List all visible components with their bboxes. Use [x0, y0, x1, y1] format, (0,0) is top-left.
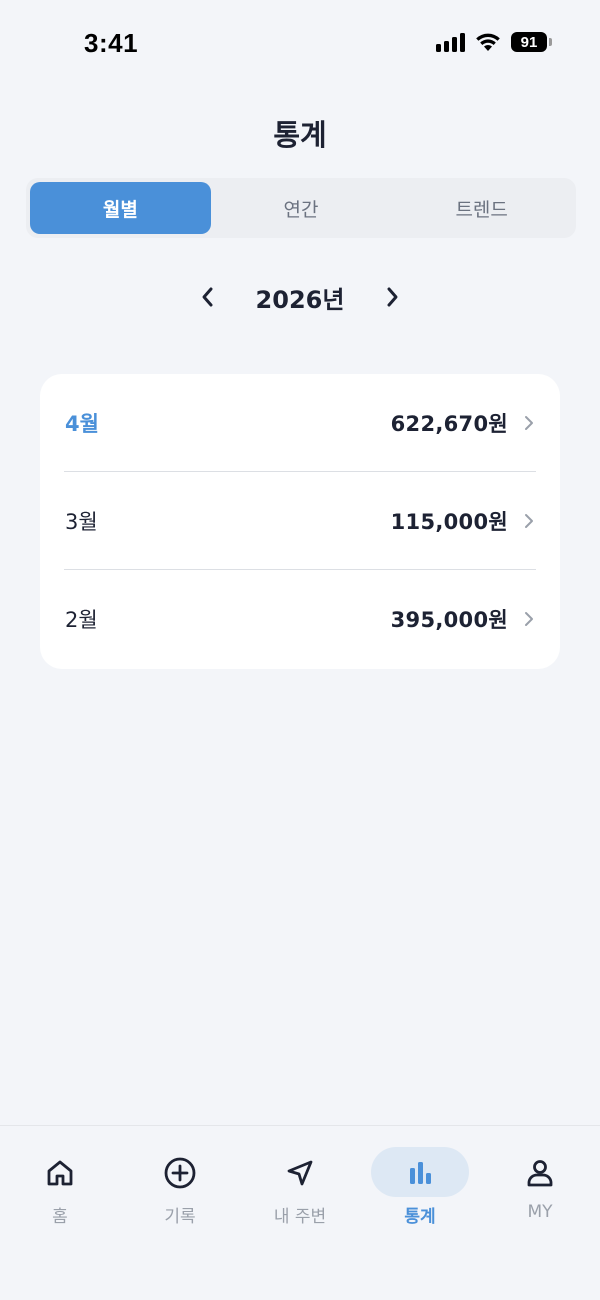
- chevron-left-icon: [202, 287, 213, 307]
- plus-circle-icon: [163, 1156, 197, 1190]
- prev-year-button[interactable]: [192, 277, 222, 317]
- nav-label: 홈: [52, 1207, 68, 1227]
- tab-yearly[interactable]: 연간: [211, 182, 392, 234]
- nav-label: 내 주변: [273, 1207, 327, 1227]
- nav-record[interactable]: 기록: [120, 1126, 240, 1236]
- month-label: 3월: [65, 509, 98, 534]
- nav-stats[interactable]: 통계: [360, 1126, 480, 1236]
- month-amount: 622,670원: [390, 411, 508, 436]
- page-title: 통계: [273, 118, 327, 152]
- cellular-signal-icon: [436, 32, 465, 52]
- nav-home[interactable]: 홈: [0, 1126, 120, 1236]
- home-icon: [45, 1156, 75, 1190]
- chevron-right-icon: [522, 413, 536, 433]
- wifi-icon: [475, 32, 501, 52]
- month-amount: 395,000원: [390, 608, 508, 632]
- year-navigator: 2026년: [0, 274, 600, 320]
- navigation-arrow-icon: [285, 1156, 315, 1190]
- nav-nearby[interactable]: 내 주변: [240, 1126, 360, 1236]
- nav-label: 기록: [164, 1207, 196, 1227]
- tab-monthly[interactable]: 월별: [30, 182, 211, 234]
- battery-level: 91: [511, 32, 547, 52]
- chevron-right-icon: [522, 511, 536, 531]
- tab-trend[interactable]: 트렌드: [391, 182, 572, 234]
- chevron-right-icon: [387, 287, 398, 307]
- year-label: 2026년: [255, 285, 345, 314]
- month-row-february[interactable]: 2월 395,000원: [64, 570, 536, 668]
- chevron-right-icon: [522, 609, 536, 629]
- nav-label: MY: [527, 1202, 553, 1222]
- month-amount: 115,000원: [390, 509, 508, 534]
- status-time: 3:41: [84, 28, 139, 58]
- bar-chart-icon: [405, 1156, 435, 1190]
- status-bar: 3:41 91: [0, 0, 600, 90]
- month-row-april[interactable]: 4월 622,670원: [64, 374, 536, 472]
- battery-icon: 91: [511, 32, 552, 52]
- month-label: 2월: [65, 608, 98, 632]
- month-row-march[interactable]: 3월 115,000원: [64, 472, 536, 570]
- next-year-button[interactable]: [378, 277, 408, 317]
- status-icons: 91: [436, 32, 552, 52]
- bottom-tab-bar: 홈 기록 내 주변 통계 MY: [0, 1125, 600, 1300]
- nav-label: 통계: [404, 1207, 436, 1227]
- nav-my[interactable]: MY: [480, 1126, 600, 1236]
- period-tabs: 월별 연간 트렌드: [26, 178, 576, 238]
- month-label: 4월: [65, 411, 99, 436]
- monthly-list-card: 4월 622,670원 3월 115,000원 2월 395,000원: [40, 374, 560, 669]
- user-icon: [525, 1156, 555, 1190]
